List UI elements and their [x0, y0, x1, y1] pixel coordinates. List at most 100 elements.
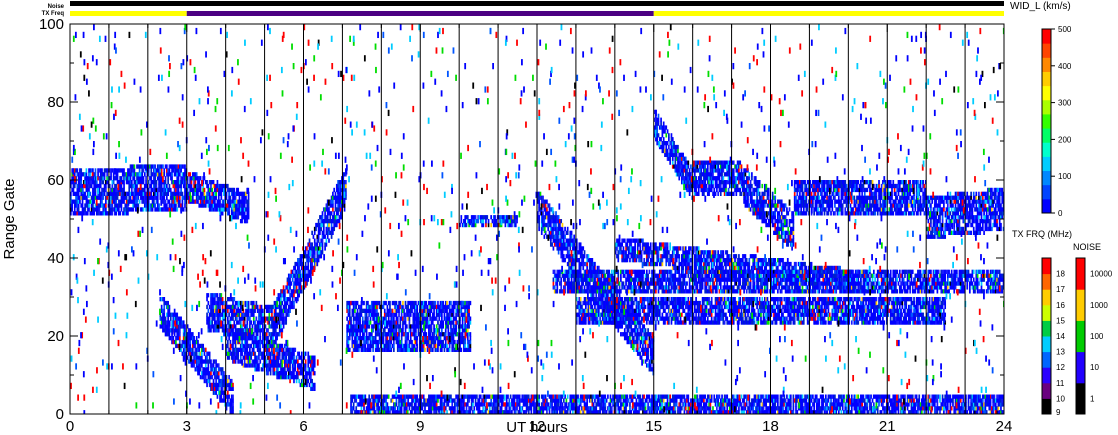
echo-cell	[433, 308, 435, 313]
echo-cell	[309, 375, 312, 380]
echo-cell	[285, 316, 288, 321]
echo-cell	[359, 320, 361, 325]
echo-cell	[460, 347, 463, 352]
echo-cell	[442, 324, 444, 329]
echo-cell	[446, 300, 448, 306]
echo-cell	[393, 339, 395, 345]
echo-cell	[304, 363, 307, 368]
echo-cell	[648, 285, 651, 290]
echo-cell	[583, 254, 586, 259]
echo-cell	[325, 242, 328, 247]
echo-cell	[402, 324, 404, 329]
echo-cell	[189, 343, 192, 349]
echo-cell	[638, 347, 640, 352]
echo-cell	[203, 187, 206, 193]
echo-cell	[441, 328, 443, 333]
echo-cell	[150, 168, 153, 173]
echo-cell	[360, 312, 363, 317]
echo-cell	[319, 230, 321, 235]
echo-cell	[119, 211, 121, 216]
echo-cell	[326, 215, 329, 220]
echo-cell	[365, 312, 368, 317]
echo-cell	[280, 297, 282, 302]
echo-cell	[400, 312, 403, 317]
echo-cell	[643, 285, 646, 290]
echo-cell	[219, 308, 221, 313]
echo-cell	[435, 316, 438, 321]
echo-cell	[437, 320, 439, 325]
echo-cell	[212, 180, 215, 185]
echo-cell	[178, 172, 181, 177]
echo-cell	[359, 332, 361, 337]
echo-cell	[538, 215, 540, 220]
echo-cell	[168, 308, 171, 313]
echo-data	[70, 24, 1004, 414]
echo-cell	[578, 269, 581, 274]
echo-cell	[644, 328, 647, 333]
echo-cell	[547, 226, 550, 232]
echo-cell	[169, 316, 172, 321]
echo-cell	[206, 180, 208, 185]
echo-cell	[307, 363, 310, 368]
echo-cell	[351, 336, 354, 341]
echo-cell	[649, 332, 652, 337]
echo-cell	[595, 293, 598, 298]
echo-cell	[469, 316, 472, 321]
echo-cell	[167, 320, 169, 325]
echo-cell	[92, 203, 94, 208]
echo-cell	[163, 168, 166, 173]
echo-cell	[321, 211, 324, 216]
echo-cell	[316, 242, 319, 247]
echo-cell	[198, 347, 201, 352]
echo-cell	[559, 273, 561, 278]
echo-cell	[243, 211, 246, 216]
echo-cell	[398, 308, 400, 313]
echo-cell	[544, 203, 547, 208]
echo-cell	[389, 304, 391, 310]
echo-cell	[395, 312, 398, 317]
echo-cell	[355, 304, 358, 310]
echo-cell	[308, 382, 311, 388]
echo-cell	[247, 211, 250, 216]
echo-cell	[247, 312, 250, 317]
echo-cell	[261, 312, 264, 317]
echo-cell	[106, 195, 109, 200]
echo-cell	[195, 336, 198, 341]
echo-cell	[280, 324, 282, 329]
echo-cell	[348, 347, 351, 352]
echo-cell	[620, 277, 622, 282]
echo-cell	[176, 207, 179, 212]
echo-cell	[429, 312, 432, 317]
echo-cell	[207, 183, 210, 189]
echo-cell	[560, 285, 563, 290]
echo-cell	[553, 285, 556, 290]
echo-cell	[171, 172, 173, 177]
echo-cell	[441, 316, 443, 321]
echo-cell	[404, 328, 407, 333]
echo-cell	[590, 273, 592, 278]
echo-cell	[226, 398, 229, 403]
echo-cell	[441, 312, 443, 317]
echo-cell	[155, 183, 158, 189]
echo-cell	[416, 308, 419, 313]
echo-cell	[356, 308, 359, 313]
echo-cell	[385, 300, 387, 306]
echo-cell	[197, 199, 199, 204]
echo-cell	[199, 176, 202, 181]
echo-cell	[308, 238, 311, 243]
echo-cell	[309, 371, 312, 376]
echo-cell	[562, 238, 565, 243]
echo-cell	[548, 203, 551, 208]
echo-cell	[191, 195, 194, 200]
echo-cell	[228, 211, 230, 216]
echo-cell	[433, 324, 435, 329]
echo-cell	[645, 339, 648, 345]
echo-cell	[221, 386, 224, 391]
echo-cell	[556, 289, 559, 294]
echo-cell	[538, 222, 540, 228]
echo-cell	[88, 203, 90, 208]
echo-cell	[293, 293, 295, 298]
echo-cell	[564, 234, 566, 239]
echo-cell	[287, 312, 290, 317]
echo-cell	[367, 339, 369, 345]
